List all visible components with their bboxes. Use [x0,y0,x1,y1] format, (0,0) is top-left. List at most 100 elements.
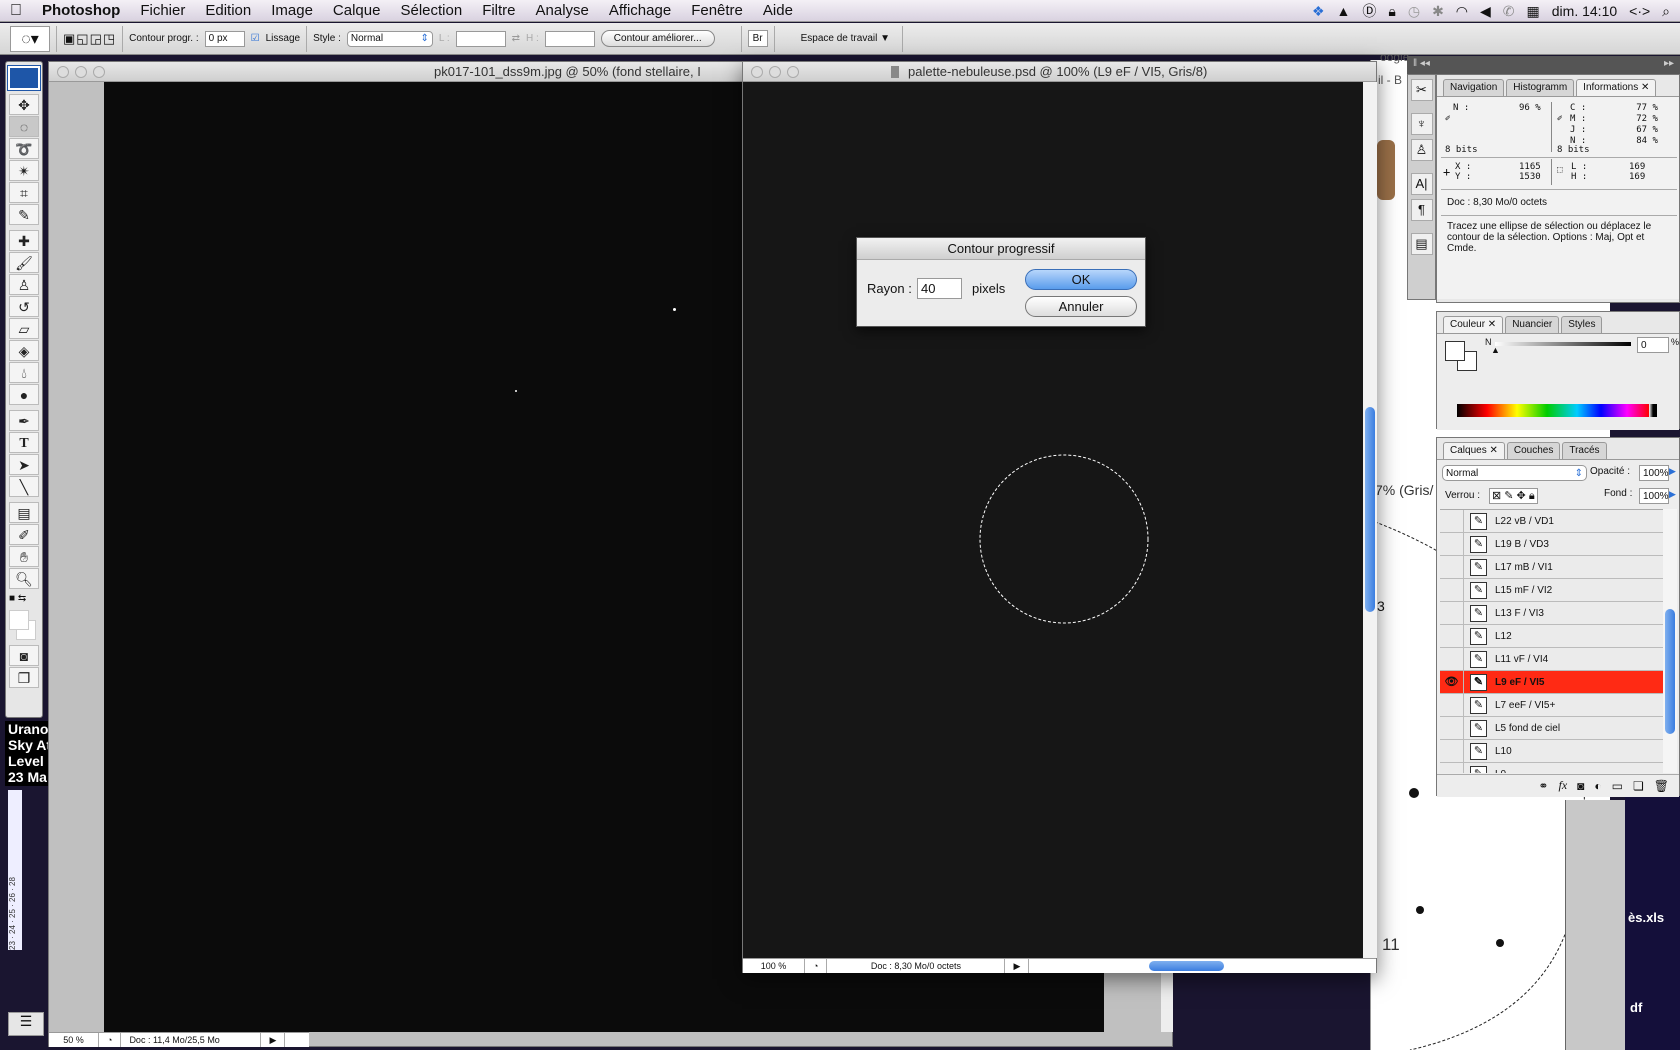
feather-input[interactable]: 0 px [204,30,245,47]
opacity-input[interactable]: 100% [1639,465,1669,481]
layer-row[interactable]: ✎ L11 vF / VI4 [1440,647,1663,671]
vertical-scrollbar[interactable] [1363,82,1377,958]
visibility-toggle[interactable] [1440,510,1464,533]
visibility-toggle[interactable] [1440,555,1464,579]
toolbox-header[interactable] [7,65,41,91]
canvas-2[interactable] [743,82,1363,958]
history-brush-tool-icon[interactable]: ↺ [9,296,39,317]
color-ramp[interactable] [1457,404,1657,417]
refine-edge-button[interactable]: Contour améliorer... [600,30,715,47]
layer-row[interactable]: ✎ L15 mF / VI2 [1440,578,1663,602]
tab-histogram[interactable]: Histogramm [1506,79,1575,96]
fill-input[interactable]: 100% [1639,488,1669,504]
move-tool-icon[interactable]: ✥ [9,94,39,115]
screen-mode-icon[interactable]: ❐ [9,667,39,688]
clock[interactable]: dim. 14:10 [1552,3,1617,19]
slider-handle-icon[interactable]: ▲ [1491,345,1500,355]
script-icon[interactable]: Ⓓ [1362,1,1376,21]
link-layers-icon[interactable]: ⚭ [1538,779,1548,793]
window-titlebar[interactable]: palette-nebuleuse.psd @ 100% (L9 eF / VI… [743,62,1376,82]
zoom-level[interactable]: 50 % [49,1033,99,1047]
healing-brush-tool-icon[interactable]: ✚ [9,230,39,251]
elliptical-marquee-tool-icon[interactable]: ◌ [9,116,39,137]
dodge-tool-icon[interactable]: ● [9,384,39,405]
zoom-level[interactable]: 100 % [743,959,805,973]
visibility-toggle[interactable] [1440,762,1464,773]
adjustment-layer-icon[interactable]: ◐ [1594,779,1601,793]
hand-tool-icon[interactable]: ✋︎ [9,546,39,567]
apple-menu-icon[interactable]:  [0,2,32,20]
delete-layer-icon[interactable]: 🗑︎ [1654,779,1669,793]
visibility-toggle[interactable] [1440,624,1464,648]
menu-affichage[interactable]: Affichage [599,2,681,19]
tool-preset-picker[interactable]: ◌▾ [10,25,50,52]
scroll-thumb[interactable] [1665,609,1675,734]
radius-input[interactable]: 40 [917,278,962,299]
gray-slider[interactable] [1495,342,1631,346]
status-menu-arrow[interactable]: ▶ [1005,959,1030,973]
menu-calque[interactable]: Calque [323,2,391,19]
tab-traces[interactable]: Tracés [1562,442,1607,459]
menu-fichier[interactable]: Fichier [130,2,195,19]
layers-scrollbar[interactable] [1663,509,1677,773]
layer-row[interactable]: ✎ L22 vB / VD1 [1440,510,1663,533]
visibility-toggle[interactable] [1440,532,1464,556]
menu-edition[interactable]: Edition [195,2,261,19]
line-tool-icon[interactable]: ╲ [9,476,39,497]
visibility-toggle[interactable] [1440,647,1464,671]
dropbox-icon[interactable]: ❖ [1312,3,1325,20]
antialias-checkbox[interactable]: ☑ [251,33,260,44]
scroll-thumb[interactable] [1149,961,1225,971]
visibility-toggle[interactable] [1440,739,1464,763]
layer-row[interactable]: ✎ L10 [1440,739,1663,763]
close-icon[interactable]: ✕ [1641,82,1649,93]
panel-dock-header[interactable]: ‖ ◂◂ ▸▸ [1407,56,1680,74]
blend-mode-select[interactable]: Normal ⇕ [1442,465,1587,481]
time-machine-icon[interactable]: ◷ [1408,3,1420,20]
quick-mask-icon[interactable]: ◙ [9,645,39,666]
drive-icon[interactable]: ▲ [1337,3,1351,19]
layer-style-icon[interactable]: fx [1558,778,1567,793]
paragraph-icon[interactable]: ¶ [1410,199,1433,221]
layer-row[interactable]: ✎ L13 F / VI3 [1440,601,1663,625]
new-layer-icon[interactable]: ❏ [1633,779,1644,793]
tool-presets-icon[interactable]: ✂ [1410,79,1433,101]
notes-tool-icon[interactable]: ▤ [9,502,39,523]
layer-row[interactable]: ✎ L7 eeF / VI5+ [1440,693,1663,717]
menu-filtre[interactable]: Filtre [472,2,525,19]
opacity-arrow-icon[interactable]: ▶ [1669,466,1676,477]
cancel-button[interactable]: Annuler [1025,296,1137,317]
bridge-icon[interactable]: Br [747,30,768,47]
paint-bucket-tool-icon[interactable]: ◈ [9,340,39,361]
visibility-toggle[interactable] [1440,716,1464,740]
tab-informations[interactable]: Informations ✕ [1576,79,1657,96]
clone-source-icon[interactable]: ♙ [1410,139,1433,161]
menu-aide[interactable]: Aide [753,2,803,19]
slice-tool-icon[interactable]: ✎ [9,204,39,225]
minimize-button[interactable] [769,65,781,78]
layer-row[interactable]: ✎ L0 [1440,762,1663,773]
eyedropper-tool-icon[interactable]: ✐ [9,524,39,545]
desktop-file-label[interactable]: ès.xls [1628,910,1664,925]
visibility-toggle[interactable] [1440,693,1464,717]
gray-value-input[interactable]: 0 [1637,337,1669,353]
menu-app[interactable]: Photoshop [32,2,130,19]
close-button[interactable] [57,65,69,78]
menu-image[interactable]: Image [261,2,323,19]
background-list-icon[interactable]: ☰ [8,1012,44,1036]
tab-couleur[interactable]: Couleur ✕ [1443,316,1504,333]
spotlight-icon[interactable]: ⌕ [1662,3,1670,20]
menu-fenetre[interactable]: Fenêtre [681,2,753,19]
magic-wand-tool-icon[interactable]: ✴ [9,160,39,181]
zoom-tool-icon[interactable]: 🔍︎ [9,568,39,589]
phone-icon[interactable]: ✆ [1503,3,1515,20]
ok-button[interactable]: OK [1025,269,1137,290]
style-select[interactable]: Normal ⇕ [346,30,433,47]
tab-calques[interactable]: Calques ✕ [1443,442,1505,459]
status-icon[interactable]: ◔ [805,959,828,973]
selection-mode-buttons[interactable]: ▣◱◲◳ [63,31,116,47]
clone-stamp-tool-icon[interactable]: ♙ [9,274,39,295]
blur-tool-icon[interactable]: 💧︎ [9,362,39,383]
scroll-thumb[interactable] [1365,407,1375,612]
volume-icon[interactable]: ◀ [1480,3,1491,20]
